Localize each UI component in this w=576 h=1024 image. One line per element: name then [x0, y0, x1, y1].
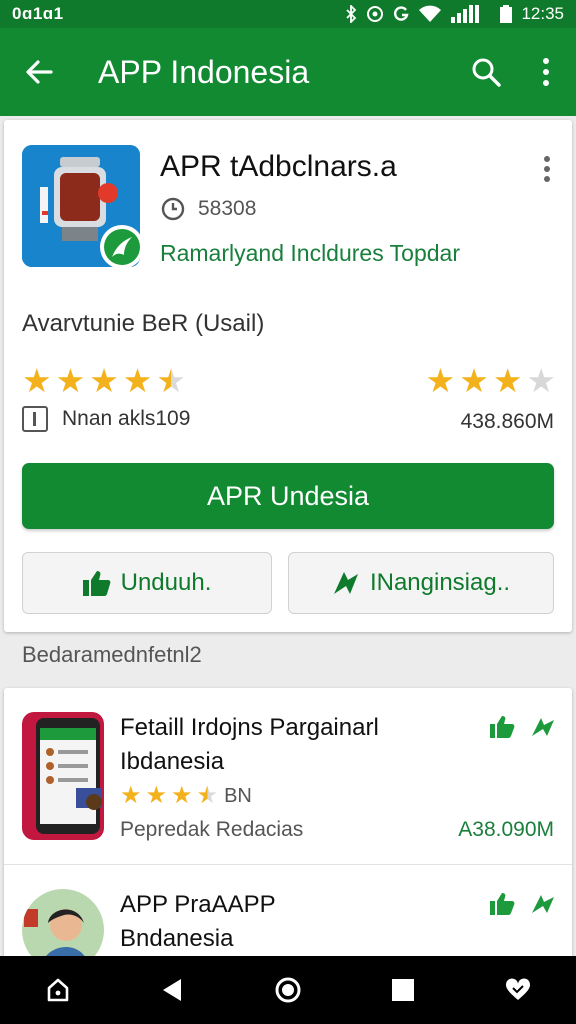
nfc-icon — [367, 6, 384, 22]
search-button[interactable] — [456, 28, 516, 116]
status-icons: 12:35 — [345, 4, 564, 24]
circle-home-icon — [275, 977, 301, 1003]
list-item-stars: ★ ★ ★ ★ — [120, 784, 218, 808]
star-icon: ★ — [122, 362, 153, 399]
list-item[interactable]: Fetaill Irdojns Pargainarl Ibdanesia ★ ★… — [4, 688, 572, 863]
status-bar: 0ɑ1ɑ1 12:35 — [0, 0, 576, 28]
install-button[interactable]: APR Undesia — [22, 463, 554, 529]
info-text: Nnan akls109 — [62, 407, 191, 430]
empty-star-icon: ★ — [526, 362, 556, 399]
half-star-icon: ★ — [156, 362, 186, 399]
star-icon: ★ — [459, 362, 489, 399]
list-item-subtitle: Ibdanesia — [120, 748, 225, 775]
star-icon: ★ — [145, 782, 168, 809]
more-vert-icon — [543, 58, 549, 86]
like-label: Unduuh. — [120, 569, 212, 596]
rating-stars: ★ ★ ★ ★ ★ — [22, 364, 186, 397]
person-app-icon — [22, 889, 104, 958]
app-bar: APP Indonesia — [0, 28, 576, 116]
recent-icon — [392, 979, 415, 1001]
list-item-actions — [490, 893, 556, 915]
status-carrier: 0ɑ1ɑ1 — [12, 4, 64, 23]
app-bar-title: APP Indonesia — [98, 53, 310, 90]
g-icon — [394, 6, 409, 21]
system-nav-bar — [0, 956, 576, 1024]
nav-home-button[interactable] — [28, 960, 88, 1020]
overflow-menu-button[interactable] — [516, 28, 576, 116]
back-icon — [162, 979, 181, 1001]
more-vert-icon — [544, 156, 550, 182]
availability-label: Avarvtunie BeR (Usail) — [22, 310, 265, 337]
app-detail-card: APR tAdbclnars.a 58308 Ramarlyand Incldu… — [4, 120, 572, 632]
developer-name[interactable]: Ramarlyand Incldures Topdar — [160, 240, 460, 267]
app-icon — [22, 145, 140, 267]
nav-favorite-button[interactable] — [488, 960, 548, 1020]
share-icon — [333, 572, 358, 594]
list-item-icon — [22, 712, 104, 840]
share-label: INanginsiag.. — [369, 569, 511, 596]
list-item-title: Fetaill Irdojns Pargainarl — [120, 714, 379, 741]
share-button[interactable]: INanginsiag.. — [288, 552, 554, 614]
clock-icon — [161, 197, 185, 221]
download-count: 438.860M — [460, 410, 554, 433]
battery-icon — [500, 5, 513, 23]
list-item-icon — [22, 889, 104, 958]
info-row: Nnan akls109 — [22, 406, 190, 432]
star-icon: ★ — [55, 362, 86, 399]
list-item[interactable]: APP PraAAPP Bndanesia — [4, 864, 572, 958]
signal-icon — [451, 5, 480, 23]
related-apps-list: Fetaill Irdojns Pargainarl Ibdanesia ★ ★… — [4, 688, 572, 958]
heart-icon — [506, 978, 531, 1000]
phone-app-icon — [22, 712, 104, 840]
thumb-up-icon[interactable] — [490, 893, 516, 915]
home-icon — [47, 978, 68, 1002]
list-item-rating-label: BN — [224, 784, 252, 807]
nav-back-button[interactable] — [143, 960, 203, 1020]
wifi-icon — [419, 5, 442, 22]
rating-stars-secondary: ★ ★ ★ ★ — [426, 364, 556, 397]
app-size: 58308 — [198, 197, 257, 220]
list-item-actions — [490, 716, 556, 738]
list-item-size: A38.090M — [458, 818, 554, 841]
app-size-row: 58308 — [160, 196, 256, 222]
half-star-icon: ★ — [196, 782, 219, 809]
nav-recent-button[interactable] — [373, 960, 433, 1020]
share-icon[interactable] — [530, 893, 556, 915]
list-item-developer: Pepredak Redacias — [120, 818, 304, 841]
star-icon: ★ — [89, 362, 119, 399]
juicer-app-icon — [22, 145, 140, 267]
star-icon: ★ — [425, 362, 456, 399]
like-button[interactable]: Unduuh. — [22, 552, 272, 614]
list-item-title: APP PraAAPP — [120, 891, 276, 918]
star-icon: ★ — [22, 362, 52, 399]
section-title: Bedaramednfetnl2 — [22, 642, 202, 667]
list-item-subtitle: Bndanesia — [120, 925, 234, 952]
bluetooth-icon — [346, 5, 357, 23]
star-icon: ★ — [492, 362, 523, 399]
card-overflow-button[interactable] — [532, 154, 562, 184]
search-icon — [472, 58, 501, 87]
star-icon: ★ — [171, 782, 193, 809]
thumb-up-icon — [82, 571, 111, 596]
back-button[interactable] — [0, 28, 78, 116]
nav-overview-button[interactable] — [258, 960, 318, 1020]
star-icon: ★ — [120, 782, 142, 809]
app-name: APR tAdbclnars.a — [160, 150, 397, 183]
share-icon[interactable] — [530, 716, 556, 738]
thumb-up-icon[interactable] — [490, 716, 516, 738]
info-icon — [22, 406, 48, 432]
back-arrow-icon — [26, 60, 53, 84]
status-time: 12:35 — [521, 4, 564, 23]
list-item-rating: ★ ★ ★ ★ BN — [120, 784, 252, 808]
